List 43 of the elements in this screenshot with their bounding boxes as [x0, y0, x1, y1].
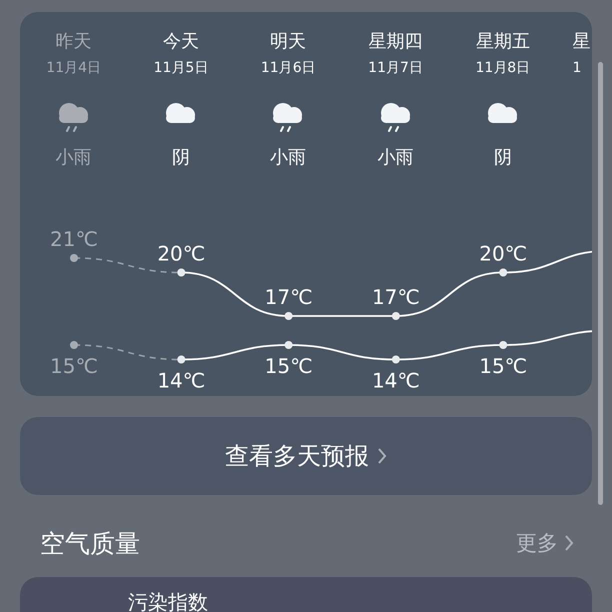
- temperature-label: 21℃: [50, 227, 98, 251]
- temperature-label: 15℃: [479, 354, 528, 378]
- weather-condition: 阴: [494, 146, 512, 170]
- chevron-icon: [564, 534, 574, 552]
- chevron-icon: [377, 447, 387, 465]
- date-label: 1: [572, 59, 582, 78]
- data-point: [392, 312, 400, 320]
- weather-condition: 阴: [172, 146, 190, 170]
- date-label: 11月6日: [260, 59, 316, 78]
- temperature-label: 15℃: [264, 354, 313, 378]
- scrollbar[interactable]: [598, 62, 603, 505]
- temperature-label: 20℃: [157, 242, 206, 266]
- weather-condition: 小雨: [56, 146, 92, 170]
- temperature-label: 17℃: [264, 285, 313, 309]
- day-label: 今天: [162, 30, 199, 54]
- temperature-label: 17℃: [372, 285, 420, 309]
- data-point: [177, 356, 186, 364]
- date-label: 11月4日: [46, 59, 102, 78]
- data-point: [499, 268, 508, 276]
- section-title: 空气质量: [40, 528, 140, 560]
- day-label: 星期四: [368, 30, 423, 54]
- weather-condition: 小雨: [378, 146, 414, 170]
- day-label: 明天: [270, 30, 306, 54]
- data-point: [392, 356, 400, 364]
- data-point: [284, 312, 293, 320]
- day-label: 星期五: [476, 30, 530, 54]
- data-point: [177, 268, 186, 276]
- temperature-label: 14℃: [157, 368, 206, 392]
- data-point: [70, 254, 78, 262]
- temperature-label: 14℃: [372, 368, 420, 392]
- temperature-label: 20℃: [479, 242, 528, 266]
- date-label: 11月7日: [368, 59, 423, 78]
- more-days-button[interactable]: 查看多天预报: [20, 417, 592, 495]
- date-label: 11月8日: [475, 59, 530, 78]
- temperature-label: 15℃: [50, 354, 98, 378]
- date-label: 11月5日: [154, 59, 208, 78]
- day-label: 星: [572, 30, 590, 54]
- data-point: [284, 341, 293, 349]
- data-point: [499, 341, 508, 349]
- day-label: 昨天: [56, 30, 92, 54]
- data-point: [70, 341, 78, 349]
- pollution-index-label: 污染指数: [128, 590, 208, 612]
- weather-condition: 小雨: [270, 146, 306, 170]
